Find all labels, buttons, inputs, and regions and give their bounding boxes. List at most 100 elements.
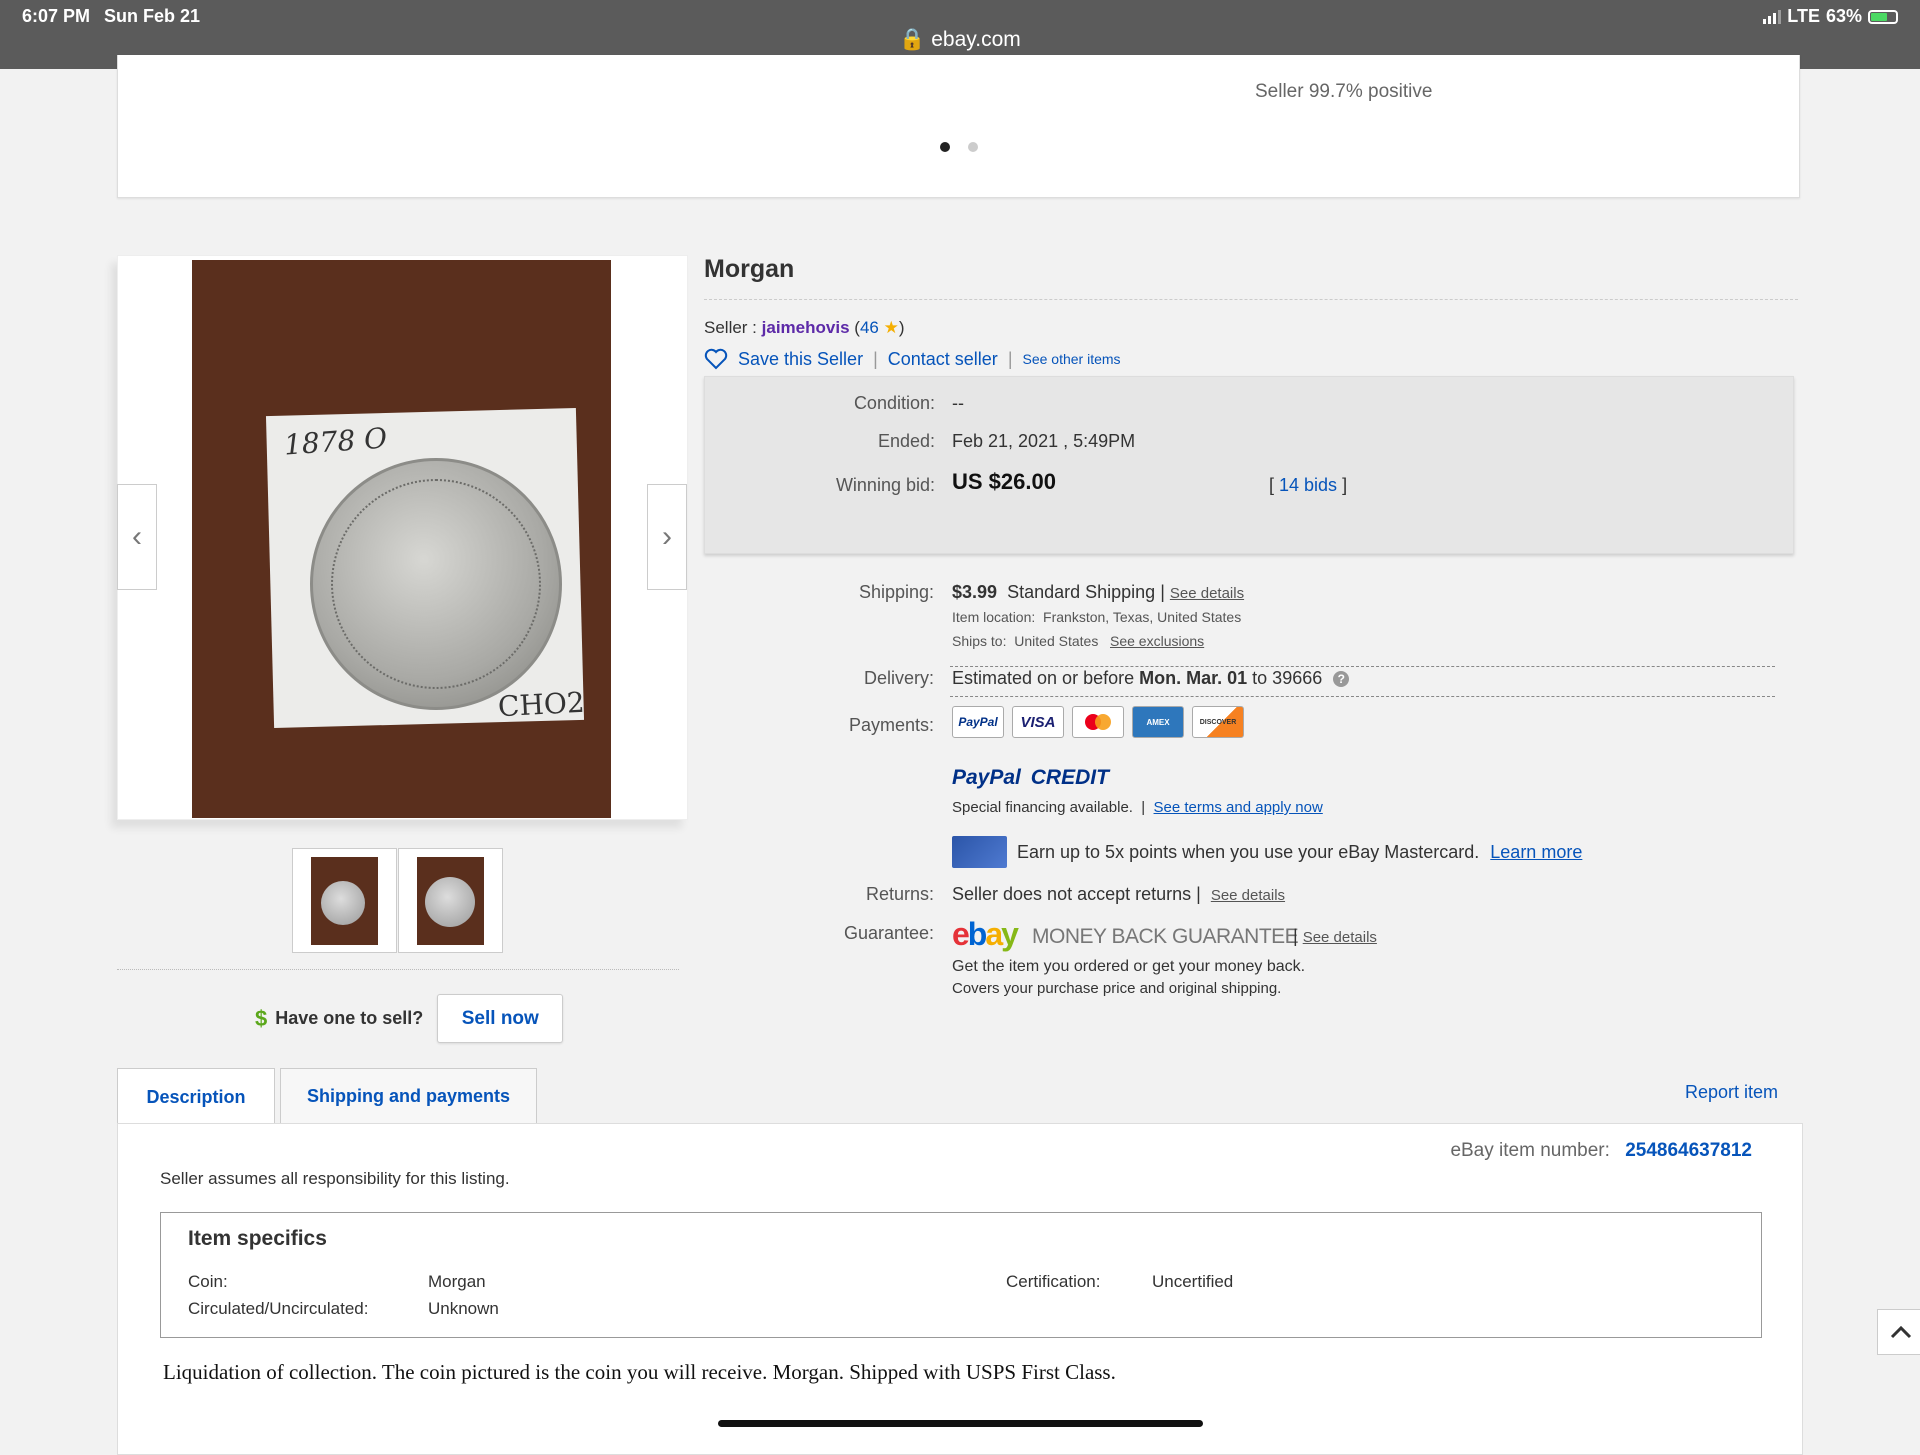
delivery-divider-bottom	[950, 696, 1775, 697]
returns-value: Seller does not accept returns | See det…	[952, 884, 1286, 904]
ebay-mastercard-icon	[952, 836, 1007, 868]
winning-bid-value: US $26.00	[952, 469, 1056, 494]
mastercard-promo: Earn up to 5x points when you use your e…	[1017, 842, 1583, 862]
network-label: LTE	[1787, 6, 1820, 26]
image-gallery: 1878 O CHO2	[117, 255, 688, 820]
seller-name-link[interactable]: jaimehovis	[762, 318, 850, 337]
shipping-see-details[interactable]: See details	[1170, 585, 1244, 602]
next-image-button[interactable]: ›	[647, 484, 687, 590]
title-divider	[704, 299, 1798, 300]
guarantee-line-2: Covers your purchase price and original …	[952, 980, 1282, 997]
guarantee-line-1: Get the item you ordered or get your mon…	[952, 958, 1306, 975]
item-location: Item location: Frankston, Texas, United …	[952, 609, 1241, 625]
tab-shipping-payments[interactable]: Shipping and payments	[280, 1068, 537, 1124]
seller-prefix: Seller :	[704, 318, 757, 337]
chevron-right-icon: ›	[662, 520, 672, 553]
prev-image-button[interactable]: ‹	[117, 484, 157, 590]
similar-items-carousel: Seller 99.7% positive	[117, 55, 1800, 198]
item-specifics: Item specifics Coin: Morgan Circulated/U…	[160, 1212, 1762, 1338]
ended-value: Feb 21, 2021 , 5:49PM	[952, 431, 1136, 451]
description-panel: eBay item number: 254864637812 Seller as…	[117, 1123, 1803, 1455]
discover-icon: DISCOVER	[1192, 706, 1244, 738]
chevron-up-icon	[1890, 1325, 1912, 1339]
thumbnail-2[interactable]	[398, 848, 503, 953]
returns-see-details[interactable]: See details	[1211, 887, 1285, 904]
description-text: Liquidation of collection. The coin pict…	[163, 1360, 1116, 1384]
bids-link[interactable]: 14 bids	[1279, 475, 1337, 495]
carousel-dot-1[interactable]	[940, 142, 950, 152]
seller-actions: Save this Seller | Contact seller | See …	[704, 348, 1121, 370]
delivery-value: Estimated on or before Mon. Mar. 01 to 3…	[952, 668, 1350, 689]
spec-certification-value: Uncertified	[1152, 1272, 1234, 1291]
spec-coin-label: Coin:	[188, 1272, 228, 1291]
financing-link[interactable]: See terms and apply now	[1154, 799, 1323, 816]
tab-description[interactable]: Description	[117, 1068, 275, 1125]
sell-now-button[interactable]: Sell now	[437, 994, 564, 1043]
status-time: 6:07 PM	[22, 6, 91, 26]
chevron-left-icon: ‹	[132, 520, 142, 553]
spec-certification-label: Certification:	[1006, 1272, 1101, 1291]
visa-icon: VISA	[1012, 706, 1064, 738]
ended-label: Ended:	[877, 431, 935, 451]
main-item-image[interactable]: 1878 O CHO2	[192, 260, 611, 818]
amex-icon: AMEX	[1132, 706, 1184, 738]
ships-to: Ships to: United States See exclusions	[952, 633, 1204, 649]
home-indicator[interactable]	[718, 1420, 1203, 1427]
address-bar[interactable]: 🔒 ebay.com	[0, 28, 1920, 52]
divider	[117, 969, 679, 970]
item-title: Morgan	[704, 255, 795, 283]
save-seller-link[interactable]: Save this Seller	[704, 348, 863, 370]
learn-more-link[interactable]: Learn more	[1490, 842, 1582, 862]
bids-count: [ 14 bids ]	[1269, 475, 1348, 495]
returns-label: Returns:	[865, 884, 934, 904]
guarantee-label: Guarantee:	[843, 923, 934, 943]
see-exclusions-link[interactable]: See exclusions	[1110, 633, 1204, 649]
ships-to-value: United States	[1014, 633, 1099, 649]
signal-icon	[1763, 9, 1782, 24]
item-location-value: Frankston, Texas, United States	[1043, 609, 1242, 625]
spec-circulated-value: Unknown	[428, 1299, 499, 1318]
condition-label: Condition:	[853, 393, 935, 413]
contact-seller-link[interactable]: Contact seller	[888, 349, 998, 370]
thumbnail-1[interactable]	[292, 848, 397, 953]
delivery-label: Delivery:	[863, 668, 934, 688]
status-indicators: LTE 63%	[1763, 6, 1898, 27]
lock-icon: 🔒	[899, 28, 926, 51]
dollar-icon: $	[255, 1005, 268, 1031]
responsibility-note: Seller assumes all responsibility for th…	[160, 1169, 510, 1188]
payments-label: Payments:	[848, 715, 934, 735]
delivery-date: Mon. Mar. 01	[1139, 668, 1248, 688]
see-other-items-link[interactable]: See other items	[1023, 351, 1121, 367]
seller-rating: Seller 99.7% positive	[1255, 81, 1433, 102]
battery-percent: 63%	[1825, 6, 1862, 26]
paypal-credit-logo: PayPal CREDIT	[952, 766, 1109, 789]
help-icon[interactable]: ?	[1333, 671, 1350, 688]
winning-bid-label: Winning bid:	[835, 475, 935, 495]
status-date: Sun Feb 21	[104, 6, 201, 26]
guarantee-details: | See details	[1293, 926, 1377, 946]
shipping-method: Standard Shipping	[1007, 582, 1156, 602]
spec-coin-value: Morgan	[428, 1272, 486, 1291]
delivery-divider-top	[950, 666, 1775, 667]
item-specifics-title: Item specifics	[188, 1227, 327, 1250]
financing-info: Special financing available. | See terms…	[952, 799, 1323, 816]
guarantee-see-details[interactable]: See details	[1303, 929, 1377, 946]
item-number: eBay item number: 254864637812	[1450, 1140, 1752, 1161]
ebay-logo: ebay	[952, 916, 1019, 952]
image-handwriting-bottom: CHO2	[497, 685, 586, 724]
coin-image	[310, 458, 562, 710]
report-item-link[interactable]: Report item	[1685, 1082, 1778, 1103]
save-seller-label: Save this Seller	[738, 348, 864, 369]
ships-to-label: Ships to:	[952, 633, 1007, 649]
shipping-value: $3.99 Standard Shipping | See details	[952, 582, 1245, 602]
condition-value: --	[952, 393, 964, 413]
scroll-to-top-button[interactable]	[1877, 1309, 1920, 1355]
item-location-label: Item location:	[952, 609, 1036, 625]
sell-question: Have one to sell?	[275, 1008, 424, 1028]
battery-icon	[1868, 9, 1898, 24]
carousel-dot-2[interactable]	[968, 142, 978, 152]
seller-feedback-score[interactable]: 46	[860, 318, 879, 337]
sell-prompt: $ Have one to sell? Sell now	[255, 994, 564, 1043]
heart-icon	[704, 348, 728, 370]
shipping-price: $3.99	[952, 582, 998, 602]
